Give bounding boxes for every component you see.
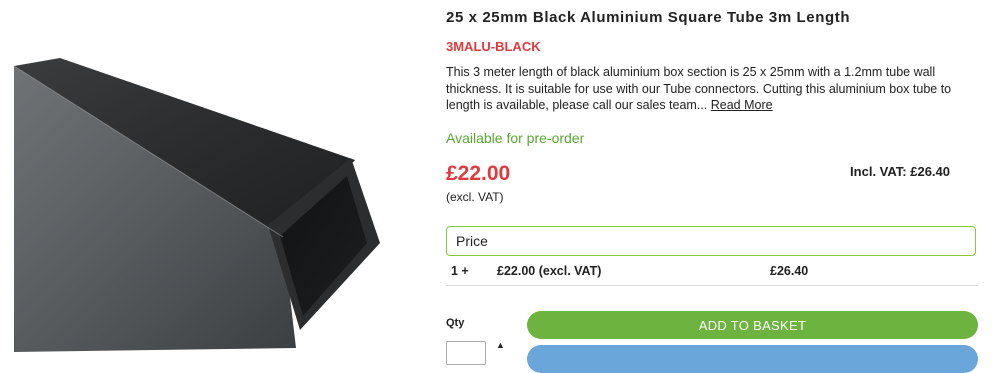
product-sku: 3MALU-BLACK [446, 39, 541, 54]
availability-status: Available for pre-order [446, 130, 585, 146]
tier-qty: 1 + [451, 264, 469, 278]
product-image[interactable] [0, 0, 430, 352]
secondary-action-button[interactable] [527, 345, 978, 373]
product-details: 25 x 25mm Black Aluminium Square Tube 3m… [446, 0, 978, 373]
black-square-aluminium-tube-image [13, 58, 380, 352]
product-price: £22.00 [446, 162, 511, 185]
qty-label: Qty [446, 317, 465, 329]
read-more-link[interactable]: Read More [711, 98, 773, 112]
quantity-input[interactable] [446, 341, 486, 365]
product-description-text: This 3 meter length of black aluminium b… [446, 65, 952, 112]
table-row: 1 + £22.00 (excl. VAT) £26.40 [446, 258, 978, 286]
pricing-table-header: Price [446, 226, 976, 256]
price-incl-vat: Incl. VAT: £26.40 [850, 164, 950, 179]
qty-increment-icon[interactable]: ▲ [496, 340, 505, 350]
product-title: 25 x 25mm Black Aluminium Square Tube 3m… [446, 9, 851, 26]
pricing-table-header-label: Price [456, 233, 488, 249]
product-description: This 3 meter length of black aluminium b… [446, 64, 976, 114]
tier-price-excl: £22.00 (excl. VAT) [497, 264, 602, 278]
price-excl-vat-note: (excl. VAT) [446, 190, 504, 204]
tier-price-incl: £26.40 [770, 264, 809, 278]
add-to-basket-button[interactable]: ADD TO BASKET [527, 311, 978, 339]
